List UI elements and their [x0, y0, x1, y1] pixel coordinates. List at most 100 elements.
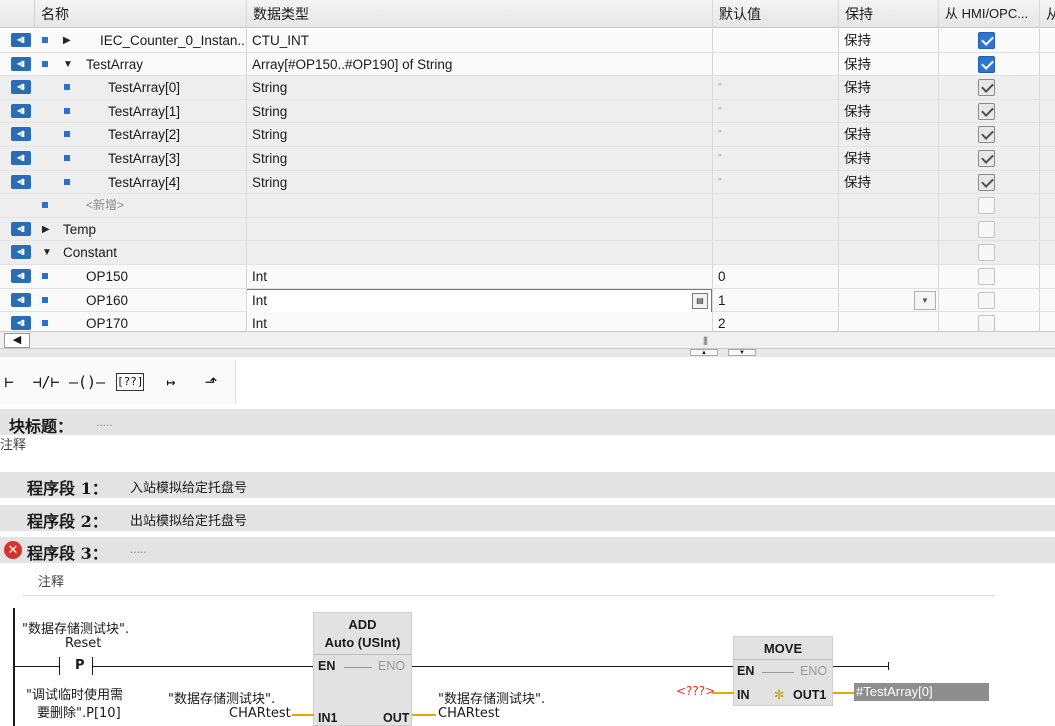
row-default[interactable]	[718, 218, 833, 241]
no-contact-button[interactable]: ⊢	[2, 370, 16, 394]
table-row[interactable]: ◂▮ TestArray[4] String '' 保持	[0, 170, 1055, 195]
table-row[interactable]: ◂▮ ▼ TestArray Array[#OP150..#OP190] of Str…	[0, 52, 1055, 77]
row-default[interactable]: ''	[718, 171, 833, 194]
nc-contact-button[interactable]: ⊣/⊢	[28, 370, 64, 394]
row-type[interactable]: Int	[252, 312, 692, 333]
row-retain[interactable]: 保持	[844, 123, 934, 146]
hmi-access-checkbox[interactable]	[978, 79, 995, 97]
table-row[interactable]: <新增>	[0, 194, 1055, 218]
hmi-access-checkbox[interactable]	[978, 150, 995, 167]
expand-icon[interactable]: ▶	[63, 29, 71, 52]
row-retain[interactable]	[844, 265, 934, 288]
row-name[interactable]: Temp	[63, 218, 244, 241]
coil-button[interactable]: –()–	[68, 370, 106, 394]
contact-var-line1[interactable]: "数据存储测试块".	[22, 618, 129, 637]
network-3-comment-box[interactable]: 注释	[22, 568, 995, 596]
edge-var-line2[interactable]: 要删除".P[10]	[37, 702, 121, 721]
network-3-header[interactable]: ✕ 程序段 3： .....	[0, 537, 1055, 563]
hmi-access-checkbox[interactable]	[978, 197, 995, 215]
hmi-access-checkbox[interactable]	[978, 55, 995, 73]
row-retain[interactable]: 保持	[844, 29, 934, 52]
hmi-access-checkbox[interactable]	[978, 220, 995, 238]
row-name[interactable]: OP170	[86, 312, 244, 333]
pane-splitter[interactable]: ▲ ▼	[0, 349, 1055, 357]
row-default[interactable]: ''	[718, 100, 833, 123]
hmi-access-checkbox[interactable]	[978, 244, 995, 262]
network-3-desc[interactable]: .....	[130, 542, 147, 556]
row-name[interactable]: TestArray[1]	[108, 100, 244, 123]
empty-box-button[interactable]: [??]	[116, 373, 144, 391]
row-name[interactable]: OP150	[86, 265, 244, 288]
col-retain-header[interactable]: 保持	[838, 0, 938, 28]
out-var-line2[interactable]: CHARtest	[438, 706, 500, 721]
row-type[interactable]: String	[252, 76, 692, 99]
row-type[interactable]: Int	[252, 265, 692, 288]
horizontal-scrollbar[interactable]: ◀ |||	[0, 331, 1055, 349]
row-default[interactable]	[718, 53, 833, 76]
move-box[interactable]: MOVE EN ENO IN ✻ OUT1	[733, 636, 833, 706]
col-extra-header[interactable]: 从	[1039, 0, 1055, 28]
row-type[interactable]: Int	[252, 289, 692, 312]
collapse-icon[interactable]: ▼	[42, 241, 52, 264]
move-out-var[interactable]: #TestArray[0]	[854, 683, 989, 701]
splitter-up-icon[interactable]: ▲	[690, 349, 718, 356]
add-type[interactable]: Auto (USInt)	[314, 635, 411, 650]
row-type[interactable]: String	[252, 147, 692, 170]
row-retain[interactable]: 保持	[844, 100, 934, 123]
p-edge-contact[interactable]: P	[75, 658, 85, 673]
row-default[interactable]: ''	[718, 76, 833, 99]
row-default[interactable]	[718, 241, 833, 264]
row-default[interactable]: ''	[718, 147, 833, 170]
row-default[interactable]: 0	[718, 265, 833, 288]
scroll-grip-icon[interactable]: |||	[703, 335, 708, 345]
row-name[interactable]: TestArray[3]	[108, 147, 244, 170]
hmi-access-checkbox[interactable]	[978, 126, 995, 144]
table-row[interactable]: ◂▮ TestArray[1] String '' 保持	[0, 99, 1055, 124]
in1-var-line2[interactable]: CHARtest	[229, 706, 291, 721]
network-2-desc[interactable]: 出站模拟给定托盘号	[130, 510, 247, 529]
hmi-access-checkbox[interactable]	[978, 315, 995, 333]
table-row[interactable]: ◂▮ OP170 Int 2	[0, 312, 1055, 333]
hmi-access-checkbox[interactable]	[978, 32, 995, 49]
hmi-access-checkbox[interactable]	[978, 173, 995, 191]
retain-dropdown-icon[interactable]: ▼	[914, 290, 936, 310]
row-type[interactable]	[252, 241, 692, 264]
row-name[interactable]: IEC_Counter_0_Instan...	[100, 29, 244, 52]
row-name[interactable]: TestArray[4]	[108, 171, 244, 194]
col-hmi-header[interactable]: 从 HMI/OPC...	[938, 0, 1039, 28]
add-box[interactable]: ADD Auto (USInt) EN ENO IN1 OUT	[313, 612, 412, 726]
row-type[interactable]: String	[252, 123, 692, 146]
row-default[interactable]: ''	[718, 123, 833, 146]
out-var-line1[interactable]: "数据存储测试块".	[438, 688, 545, 707]
row-name[interactable]: <新增>	[86, 194, 244, 217]
network-1-desc[interactable]: 入站模拟给定托盘号	[130, 477, 247, 496]
type-picker-icon[interactable]: ▤	[692, 292, 708, 309]
row-name[interactable]: OP160	[86, 289, 244, 312]
col-type-header[interactable]: 数据类型	[246, 0, 712, 28]
row-default[interactable]: 2	[718, 312, 833, 333]
block-title-value[interactable]: .....	[96, 415, 113, 429]
col-default-header[interactable]: 默认值	[712, 0, 838, 28]
collapse-icon[interactable]: ▼	[63, 53, 73, 76]
row-retain[interactable]	[844, 241, 934, 264]
block-title-bar[interactable]: 块标题： .....	[0, 409, 1055, 436]
table-row[interactable]: ◂▮ TestArray[0] String '' 保持	[0, 76, 1055, 100]
row-retain[interactable]: 保持	[844, 53, 934, 76]
table-row[interactable]: ◂▮ TestArray[2] String '' 保持	[0, 123, 1055, 147]
row-type[interactable]	[252, 194, 692, 217]
network-1-header[interactable]: 程序段 1： 入站模拟给定托盘号	[0, 472, 1055, 498]
row-retain[interactable]: 保持	[844, 76, 934, 99]
row-retain[interactable]: 保持	[844, 147, 934, 170]
table-row[interactable]: ◂▮ OP150 Int 0	[0, 265, 1055, 289]
hmi-access-checkbox[interactable]	[978, 291, 995, 309]
row-default[interactable]: 1	[718, 289, 833, 312]
block-comment[interactable]: 注释	[0, 434, 26, 453]
hmi-access-checkbox[interactable]	[978, 102, 995, 120]
col-name-header[interactable]: 名称	[34, 0, 246, 28]
row-type[interactable]: Array[#OP150..#OP190] of String	[252, 53, 692, 76]
row-type[interactable]: String	[252, 171, 692, 194]
contact-var-line2[interactable]: Reset	[65, 636, 101, 651]
row-retain[interactable]	[844, 312, 934, 333]
move-in-placeholder[interactable]: <???>	[676, 684, 715, 698]
open-branch-button[interactable]: ↦	[158, 370, 184, 394]
